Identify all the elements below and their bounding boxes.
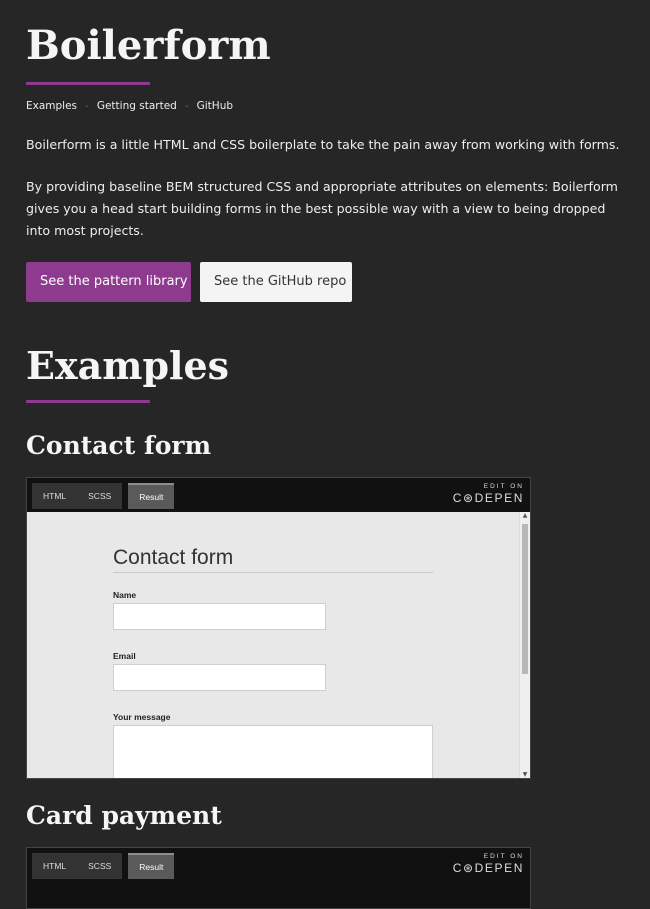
nav-link-getting-started[interactable]: Getting started: [97, 100, 177, 112]
pattern-library-button[interactable]: See the pattern library: [26, 262, 191, 302]
scroll-up-icon[interactable]: ▲: [520, 512, 530, 519]
message-textarea[interactable]: [113, 725, 433, 778]
form-title: Contact form: [113, 546, 433, 573]
name-label: Name: [113, 590, 137, 600]
codepen-result-frame: Contact form Name Email Your message ▲ ▼: [27, 512, 530, 778]
codepen-tabs: HTML SCSS Result: [32, 853, 175, 879]
tab-scss[interactable]: SCSS: [77, 853, 123, 879]
codepen-link[interactable]: EDIT ON C⊛DEPEN: [453, 852, 524, 875]
nav-separator: -: [184, 100, 189, 112]
email-label: Email: [113, 651, 136, 661]
scroll-down-icon[interactable]: ▼: [520, 771, 530, 778]
edit-on-label: EDIT ON: [483, 483, 524, 490]
nav-separator: -: [85, 100, 89, 112]
tab-html[interactable]: HTML: [32, 483, 78, 509]
nav-link-github[interactable]: GitHub: [197, 100, 233, 112]
site-title: Boilerform: [26, 22, 271, 69]
email-input[interactable]: [113, 664, 326, 691]
codepen-link[interactable]: EDIT ON C⊛DEPEN: [453, 482, 524, 505]
intro-paragraph-2: By providing baseline BEM structured CSS…: [26, 179, 618, 238]
examples-underline: [26, 400, 150, 403]
scrollbar[interactable]: ▲ ▼: [519, 512, 530, 778]
codepen-logo-icon: C⊛DEPEN: [452, 491, 524, 505]
codepen-tabs: HTML SCSS Result: [32, 483, 175, 509]
nav-link-examples[interactable]: Examples: [26, 100, 77, 112]
codepen-embed-contact: HTML SCSS Result EDIT ON C⊛DEPEN Contact…: [26, 477, 531, 779]
edit-on-label: EDIT ON: [483, 853, 524, 860]
main-nav: Examples - Getting started - GitHub: [26, 100, 233, 112]
message-label: Your message: [113, 712, 171, 722]
scroll-thumb[interactable]: [522, 524, 528, 674]
card-payment-heading: Card payment: [26, 801, 222, 830]
contact-form-heading: Contact form: [26, 431, 212, 460]
tab-html[interactable]: HTML: [32, 853, 78, 879]
tab-result[interactable]: Result: [128, 483, 175, 509]
title-underline: [26, 82, 150, 85]
examples-heading: Examples: [26, 343, 230, 388]
tab-scss[interactable]: SCSS: [77, 483, 123, 509]
name-input[interactable]: [113, 603, 326, 630]
codepen-logo-icon: C⊛DEPEN: [452, 861, 524, 875]
tab-result[interactable]: Result: [128, 853, 175, 879]
codepen-embed-card: HTML SCSS Result EDIT ON C⊛DEPEN: [26, 847, 531, 909]
intro-paragraph-1: Boilerform is a little HTML and CSS boil…: [26, 137, 620, 152]
github-repo-button[interactable]: See the GitHub repo: [200, 262, 352, 302]
